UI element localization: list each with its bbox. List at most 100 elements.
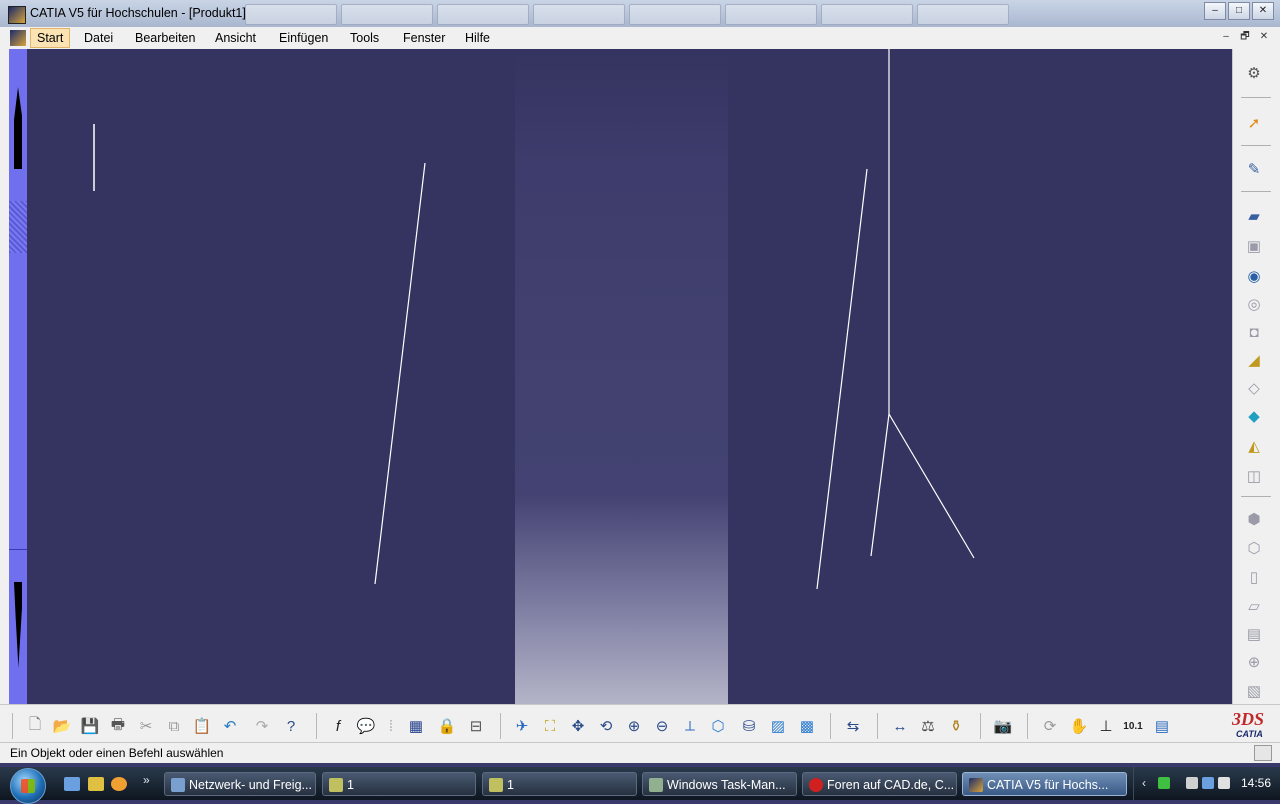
comment-icon[interactable]: 💬	[355, 715, 377, 737]
pad-icon[interactable]: ▰	[1243, 206, 1265, 226]
show-desktop-icon[interactable]	[64, 777, 80, 791]
axis-icon[interactable]: ⊥	[1095, 715, 1117, 737]
inertia-icon[interactable]: ⚖	[917, 715, 939, 737]
zoom-out-icon[interactable]: ⊖	[651, 715, 673, 737]
table-icon[interactable]: ▦	[405, 715, 427, 737]
pocket-icon[interactable]: ▣	[1243, 236, 1265, 256]
menu-einfuegen[interactable]: Einfügen	[279, 31, 328, 45]
sketch-icon[interactable]: ✎	[1243, 159, 1265, 179]
quicklaunch-more-button[interactable]: »	[143, 773, 150, 787]
ghost-tab	[533, 4, 625, 25]
scene-icon[interactable]: ▤	[1151, 715, 1173, 737]
formula-icon[interactable]: f	[327, 715, 349, 737]
menu-tools[interactable]: Tools	[350, 31, 379, 45]
document-icon[interactable]	[10, 30, 26, 46]
print-icon[interactable]: 🖶	[107, 715, 129, 737]
decimal-icon[interactable]: 10.1	[1122, 715, 1144, 737]
doc-restore-button[interactable]: 🗗	[1237, 30, 1253, 44]
menu-hilfe[interactable]: Hilfe	[465, 31, 490, 45]
open-icon[interactable]: 📂	[51, 715, 73, 737]
undo-icon[interactable]: ↶	[219, 715, 241, 737]
fly-icon[interactable]: ✈	[511, 715, 533, 737]
iso-view-icon[interactable]: ⬡	[707, 715, 729, 737]
close-button[interactable]: ✕	[1252, 2, 1274, 20]
thickness-icon[interactable]: ⬡	[1243, 538, 1265, 558]
start-button[interactable]	[10, 768, 46, 804]
rotate-icon[interactable]: ⟲	[595, 715, 617, 737]
tray-expand-button[interactable]: ‹	[1142, 776, 1146, 790]
hand-icon[interactable]: ✋	[1068, 715, 1090, 737]
whats-this-icon[interactable]: ?	[280, 715, 302, 737]
redo-icon[interactable]: ↷	[251, 715, 273, 737]
menu-ansicht[interactable]: Ansicht	[215, 31, 256, 45]
rib-icon[interactable]: ◢	[1243, 350, 1265, 370]
misc-icon[interactable]: ▧	[1243, 681, 1265, 701]
select-arrow-icon[interactable]: ➚	[1243, 113, 1265, 133]
taskbar-item-opera[interactable]: Foren auf CAD.de, C...	[802, 772, 957, 796]
menu-datei[interactable]: Datei	[84, 31, 113, 45]
pan-icon[interactable]: ✥	[567, 715, 589, 737]
catia-ds-logo: 3DS CATIA	[1228, 709, 1274, 741]
gear-icon[interactable]: ⚙	[1243, 63, 1265, 83]
zoom-in-icon[interactable]: ⊕	[623, 715, 645, 737]
fit-all-icon[interactable]: ⛶	[539, 715, 561, 737]
power-input-field[interactable]	[1254, 745, 1272, 761]
view-mode-icon[interactable]: ⛁	[738, 715, 760, 737]
taskbar-item-folder-1[interactable]: 1	[322, 772, 476, 796]
maximize-button[interactable]: □	[1228, 2, 1250, 20]
render-icon[interactable]: ▨	[767, 715, 789, 737]
taskbar-item-task-manager[interactable]: Windows Task-Man...	[642, 772, 797, 796]
menu-bearbeiten[interactable]: Bearbeiten	[135, 31, 195, 45]
draft-icon[interactable]: ▱	[1243, 596, 1265, 616]
doc-close-button[interactable]: ✕	[1256, 30, 1272, 44]
target-icon[interactable]: ⊕	[1243, 652, 1265, 672]
ghost-tab	[725, 4, 817, 25]
menu-start[interactable]: Start	[30, 28, 71, 48]
tray-device-icon[interactable]	[1186, 777, 1198, 789]
shaft-icon[interactable]: ◉	[1243, 266, 1265, 286]
taskbar-item-folder-2[interactable]: 1	[482, 772, 637, 796]
box-icon[interactable]: ◆	[1243, 406, 1265, 426]
switch-windows-icon[interactable]	[88, 777, 104, 791]
update-icon[interactable]: ⟳	[1039, 715, 1061, 737]
split-icon[interactable]: ▤	[1243, 624, 1265, 644]
slot-icon[interactable]: ◇	[1243, 378, 1265, 398]
catalog-icon[interactable]: ⊟	[465, 715, 487, 737]
shell-icon[interactable]: ⬢	[1243, 509, 1265, 529]
new-icon[interactable]: 🗋	[24, 715, 46, 737]
task-label: 1	[507, 778, 514, 792]
network-tray-icon[interactable]	[1202, 777, 1214, 789]
hole-icon[interactable]: ◘	[1243, 322, 1265, 342]
specification-tree-scrollbar[interactable]	[9, 49, 27, 704]
loft-icon[interactable]: ◭	[1243, 436, 1265, 456]
taskbar-clock[interactable]: 14:56	[1241, 776, 1271, 790]
taskbar-item-netzwerk[interactable]: Netzwerk- und Freig...	[164, 772, 316, 796]
taskbar-item-catia[interactable]: CATIA V5 für Hochs...	[962, 772, 1127, 796]
groove-icon[interactable]: ◎	[1243, 294, 1265, 314]
doc-minimize-button[interactable]: –	[1218, 30, 1234, 44]
hide-show-icon[interactable]: ⇆	[842, 715, 864, 737]
scroll-thumb[interactable]	[9, 201, 27, 253]
camera-icon[interactable]: 📷	[992, 715, 1014, 737]
3d-viewport[interactable]	[27, 49, 1232, 704]
copy-icon[interactable]: ⧉	[163, 715, 185, 737]
normal-view-icon[interactable]: ⟂	[679, 715, 701, 737]
clock-app-icon[interactable]	[111, 777, 127, 791]
thread-icon[interactable]: ▯	[1243, 567, 1265, 587]
volume-icon[interactable]	[1218, 777, 1230, 789]
shading-icon[interactable]: ▩	[796, 715, 818, 737]
remove-icon[interactable]: ◫	[1243, 466, 1265, 486]
catia-app-icon[interactable]	[8, 6, 26, 24]
paste-icon[interactable]: 📋	[191, 715, 213, 737]
cut-icon[interactable]: ✂	[135, 715, 157, 737]
lock-icon[interactable]: 🔒	[436, 715, 458, 737]
save-icon[interactable]: 💾	[79, 715, 101, 737]
minimize-button[interactable]: –	[1204, 2, 1226, 20]
knowledge-icon[interactable]: ⁞	[380, 715, 402, 737]
taskbar: » Netzwerk- und Freig... 1 1 Windows Tas…	[0, 767, 1280, 804]
tray-app-icon[interactable]	[1158, 777, 1170, 789]
ghost-tab	[821, 4, 913, 25]
menu-fenster[interactable]: Fenster	[403, 31, 445, 45]
measure-icon[interactable]: ↔	[889, 715, 911, 737]
weight-icon[interactable]: ⚱	[945, 715, 967, 737]
